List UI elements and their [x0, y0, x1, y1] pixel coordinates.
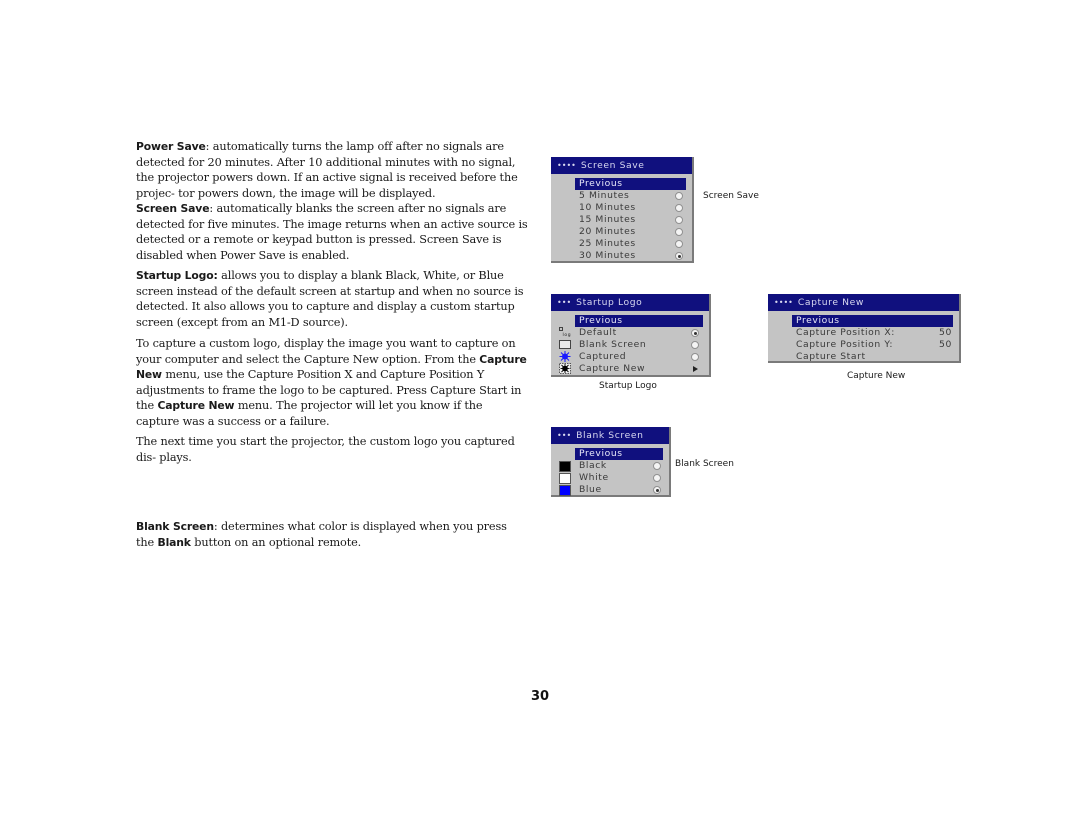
- item-label: 10 Minutes: [579, 202, 636, 213]
- menu-item-blank-screen[interactable]: Blank Screen: [551, 339, 709, 351]
- screen-save-term: Screen Save: [136, 202, 210, 215]
- power-save-term: Power Save: [136, 140, 206, 153]
- item-value: 50: [939, 339, 952, 350]
- menu-title-bar: ••• Startup Logo: [551, 294, 709, 311]
- capture-new-term-2: Capture New: [157, 399, 235, 413]
- menu-item-30-minutes[interactable]: 30 Minutes: [551, 250, 692, 262]
- blank-term: Blank: [157, 535, 191, 549]
- menu-title-bar: •••• Capture New: [768, 294, 959, 311]
- blank-screen-paragraph: Blank Screen: determines what color is d…: [136, 519, 528, 550]
- menu-title: Blank Screen: [576, 430, 644, 441]
- item-label: Capture Start: [796, 351, 866, 362]
- menu-item-previous[interactable]: Previous: [792, 315, 959, 327]
- menu-title-bar: •••• Screen Save: [551, 157, 692, 174]
- menu-title: Screen Save: [580, 160, 645, 171]
- power-save-paragraph: Power Save: automatically turns the lamp…: [136, 139, 528, 201]
- startup-logo-caption: Startup Logo: [599, 381, 657, 391]
- captured-icon: [559, 351, 571, 362]
- screen-save-caption: Screen Save: [703, 191, 759, 201]
- item-label: Blue: [579, 484, 602, 495]
- item-label: Default: [579, 327, 617, 338]
- item-label: 5 Minutes: [579, 190, 630, 201]
- black-swatch-icon: [559, 461, 571, 472]
- menu-item-previous[interactable]: Previous: [575, 448, 669, 460]
- item-label: 15 Minutes: [579, 214, 636, 225]
- menu-item-captured[interactable]: Captured: [551, 351, 709, 363]
- item-label: White: [579, 472, 609, 483]
- blank-screen-menu: ••• Blank Screen Previous Black White Blu…: [551, 427, 671, 497]
- menu-level-dots: •••: [557, 431, 572, 440]
- white-swatch-icon: [559, 473, 571, 484]
- menu-item-25-minutes[interactable]: 25 Minutes: [551, 238, 692, 250]
- item-label: Captured: [579, 351, 627, 362]
- radio-button[interactable]: [653, 462, 661, 470]
- svg-text:logo: logo: [563, 332, 572, 338]
- menu-item-blue[interactable]: Blue: [551, 484, 669, 496]
- radio-button[interactable]: [691, 341, 699, 349]
- menu-item-capture-new[interactable]: Capture New: [551, 363, 709, 375]
- menu-item-capture-position-y[interactable]: Capture Position Y: 50: [768, 339, 959, 351]
- menu-item-white[interactable]: White: [551, 472, 669, 484]
- startup-logo-paragraph: Startup Logo: allows you to display a bl…: [136, 268, 528, 330]
- menu-level-dots: ••••: [557, 161, 576, 170]
- logo-icon: logo: [559, 327, 571, 338]
- menu-item-5-minutes[interactable]: 5 Minutes: [551, 190, 692, 202]
- next-time-paragraph: The next time you start the projector, t…: [136, 434, 528, 465]
- previous-label: Previous: [575, 448, 663, 460]
- blank-screen-text-2: button on an optional remote.: [190, 535, 362, 549]
- item-label: 20 Minutes: [579, 226, 636, 237]
- capture-new-caption: Capture New: [847, 371, 906, 381]
- blue-swatch-icon: [559, 485, 571, 496]
- radio-button-selected[interactable]: [653, 486, 661, 494]
- radio-button-selected[interactable]: [691, 329, 699, 337]
- item-label: 30 Minutes: [579, 250, 636, 261]
- menu-item-capture-position-x[interactable]: Capture Position X: 50: [768, 327, 959, 339]
- item-label: Capture New: [579, 363, 646, 374]
- item-label: Capture Position X:: [796, 327, 895, 338]
- menu-item-10-minutes[interactable]: 10 Minutes: [551, 202, 692, 214]
- startup-logo-term: Startup Logo:: [136, 269, 218, 282]
- capture-text-1: To capture a custom logo, display the im…: [136, 337, 516, 366]
- next-time-text: The next time you start the projector, t…: [136, 435, 515, 464]
- radio-button[interactable]: [691, 353, 699, 361]
- capture-new-icon: [559, 363, 571, 374]
- previous-label: Previous: [575, 315, 703, 327]
- radio-button[interactable]: [675, 216, 683, 224]
- item-label: Capture Position Y:: [796, 339, 894, 350]
- radio-button[interactable]: [675, 228, 683, 236]
- menu-item-20-minutes[interactable]: 20 Minutes: [551, 226, 692, 238]
- menu-title-bar: ••• Blank Screen: [551, 427, 669, 444]
- radio-button-selected[interactable]: [675, 252, 683, 260]
- menu-item-previous[interactable]: Previous: [575, 178, 692, 190]
- radio-button[interactable]: [675, 204, 683, 212]
- menu-item-15-minutes[interactable]: 15 Minutes: [551, 214, 692, 226]
- menu-title: Capture New: [797, 297, 864, 308]
- item-label: Blank Screen: [579, 339, 647, 350]
- item-value: 50: [939, 327, 952, 338]
- radio-button[interactable]: [653, 474, 661, 482]
- radio-button[interactable]: [675, 240, 683, 248]
- previous-label: Previous: [792, 315, 953, 327]
- menu-level-dots: •••: [557, 298, 572, 307]
- blank-screen-caption: Blank Screen: [675, 459, 734, 469]
- item-label: Black: [579, 460, 607, 471]
- menu-item-default[interactable]: logo Default: [551, 327, 709, 339]
- menu-level-dots: ••••: [774, 298, 793, 307]
- startup-logo-menu: ••• Startup Logo Previous logo Default Bl…: [551, 294, 711, 377]
- page-number: 30: [531, 689, 550, 704]
- menu-item-capture-start[interactable]: Capture Start: [768, 351, 959, 363]
- screen-save-paragraph: Screen Save: automatically blanks the sc…: [136, 201, 528, 263]
- screen-save-menu: •••• Screen Save Previous 5 Minutes 10 Mi…: [551, 157, 694, 263]
- submenu-arrow-icon: [693, 366, 698, 372]
- menu-item-previous[interactable]: Previous: [575, 315, 709, 327]
- radio-button[interactable]: [675, 192, 683, 200]
- capture-new-menu: •••• Capture New Previous Capture Positio…: [768, 294, 961, 363]
- capture-paragraph: To capture a custom logo, display the im…: [136, 336, 528, 430]
- menu-item-black[interactable]: Black: [551, 460, 669, 472]
- menu-title: Startup Logo: [576, 297, 643, 308]
- previous-label: Previous: [575, 178, 686, 190]
- item-label: 25 Minutes: [579, 238, 636, 249]
- blank-screen-term: Blank Screen: [136, 520, 214, 533]
- blank-screen-icon: [559, 340, 571, 349]
